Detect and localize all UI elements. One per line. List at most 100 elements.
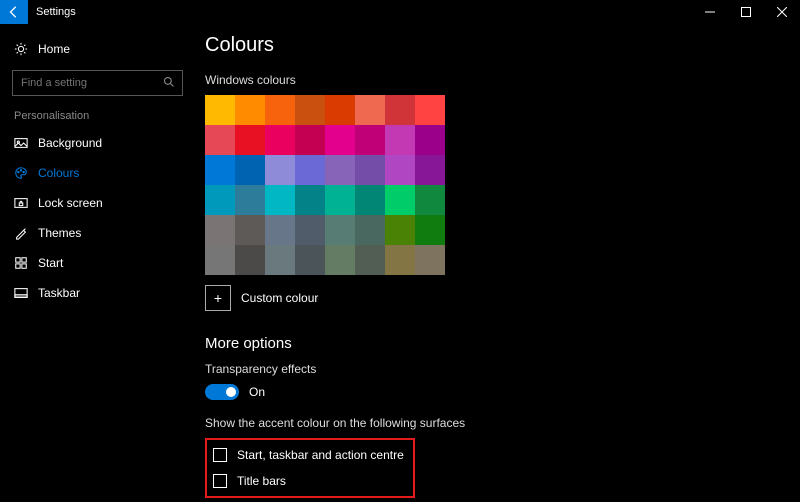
colour-swatch[interactable]: [295, 125, 325, 155]
colour-swatch[interactable]: [265, 215, 295, 245]
colour-swatch[interactable]: [235, 95, 265, 125]
colour-swatch[interactable]: [415, 95, 445, 125]
colour-swatch[interactable]: [385, 185, 415, 215]
custom-colour-label: Custom colour: [241, 291, 318, 305]
search-wrap: [0, 64, 195, 110]
colour-swatch[interactable]: [325, 95, 355, 125]
close-button[interactable]: [764, 0, 800, 24]
custom-colour-button[interactable]: + Custom colour: [205, 285, 780, 311]
colour-swatch[interactable]: [415, 155, 445, 185]
colour-swatch[interactable]: [295, 215, 325, 245]
colour-swatch[interactable]: [355, 125, 385, 155]
maximize-button[interactable]: [728, 0, 764, 24]
colour-swatch[interactable]: [295, 155, 325, 185]
colour-swatch[interactable]: [205, 95, 235, 125]
search-input-field[interactable]: [21, 77, 163, 89]
sidebar-item-start[interactable]: Start: [0, 248, 195, 278]
colour-swatch[interactable]: [385, 125, 415, 155]
highlight-box-accent: Start, taskbar and action centre Title b…: [205, 438, 415, 498]
colour-swatch[interactable]: [205, 125, 235, 155]
plus-icon: +: [205, 285, 231, 311]
window-controls: [692, 0, 800, 24]
colour-swatch[interactable]: [295, 95, 325, 125]
sidebar-item-themes[interactable]: Themes: [0, 218, 195, 248]
colour-swatch[interactable]: [385, 215, 415, 245]
colour-swatch[interactable]: [325, 245, 355, 275]
sidebar-item-lock-screen[interactable]: Lock screen: [0, 188, 195, 218]
colour-swatch[interactable]: [265, 185, 295, 215]
sidebar-item-label: Start: [38, 256, 63, 270]
colour-swatch-grid: [205, 95, 445, 275]
colour-swatch[interactable]: [205, 185, 235, 215]
themes-icon: [14, 226, 28, 240]
colour-swatch[interactable]: [295, 185, 325, 215]
sidebar-category: Personalisation: [0, 110, 195, 122]
colour-swatch[interactable]: [415, 245, 445, 275]
colour-swatch[interactable]: [205, 155, 235, 185]
transparency-value: On: [249, 385, 265, 399]
start-icon: [14, 256, 28, 270]
colour-swatch[interactable]: [355, 215, 385, 245]
transparency-label: Transparency effects: [205, 362, 780, 376]
colour-swatch[interactable]: [385, 245, 415, 275]
sidebar-home[interactable]: Home: [0, 34, 195, 64]
sidebar-item-label: Background: [38, 136, 102, 150]
sidebar-item-taskbar[interactable]: Taskbar: [0, 278, 195, 308]
back-button[interactable]: [0, 0, 28, 24]
minimize-button[interactable]: [692, 0, 728, 24]
checkbox-icon: [213, 448, 227, 462]
colour-swatch[interactable]: [325, 125, 355, 155]
colour-swatch[interactable]: [415, 125, 445, 155]
colour-swatch[interactable]: [265, 155, 295, 185]
checkbox-icon: [213, 474, 227, 488]
search-input[interactable]: [12, 70, 183, 96]
sidebar-item-background[interactable]: Background: [0, 128, 195, 158]
colour-swatch[interactable]: [355, 185, 385, 215]
colour-swatch[interactable]: [385, 95, 415, 125]
colour-swatch[interactable]: [325, 215, 355, 245]
sidebar-item-label: Taskbar: [38, 286, 80, 300]
colour-swatch[interactable]: [265, 245, 295, 275]
colour-swatch[interactable]: [265, 125, 295, 155]
colour-swatch[interactable]: [355, 95, 385, 125]
checkbox-start-taskbar[interactable]: Start, taskbar and action centre: [209, 442, 411, 468]
colour-swatch[interactable]: [295, 245, 325, 275]
colour-swatch[interactable]: [265, 95, 295, 125]
colour-swatch[interactable]: [415, 185, 445, 215]
checkbox-title-bars[interactable]: Title bars: [209, 468, 411, 494]
sidebar-item-colours[interactable]: Colours: [0, 158, 195, 188]
colour-swatch[interactable]: [355, 155, 385, 185]
titlebar: Settings: [0, 0, 800, 24]
checkbox-label: Start, taskbar and action centre: [237, 448, 404, 462]
colour-swatch[interactable]: [205, 215, 235, 245]
content: Home Personalisation Background Colours …: [0, 24, 800, 502]
windows-colours-label: Windows colours: [205, 73, 780, 87]
main-panel: Colours Windows colours + Custom colour …: [195, 24, 800, 502]
colour-swatch[interactable]: [325, 155, 355, 185]
colour-swatch[interactable]: [235, 155, 265, 185]
colour-swatch[interactable]: [235, 185, 265, 215]
search-icon: [163, 76, 175, 91]
sidebar-home-label: Home: [38, 42, 70, 56]
colour-swatch[interactable]: [415, 215, 445, 245]
colour-swatch[interactable]: [235, 125, 265, 155]
accent-surfaces-label: Show the accent colour on the following …: [205, 416, 780, 430]
sidebar-item-label: Lock screen: [38, 196, 103, 210]
colour-swatch[interactable]: [235, 215, 265, 245]
palette-icon: [14, 166, 28, 180]
gear-icon: [14, 42, 28, 56]
page-title: Colours: [205, 34, 780, 57]
colour-swatch[interactable]: [325, 185, 355, 215]
sidebar-item-label: Colours: [38, 166, 79, 180]
picture-icon: [14, 136, 28, 150]
more-options-heading: More options: [205, 335, 780, 352]
colour-swatch[interactable]: [205, 245, 235, 275]
sidebar: Home Personalisation Background Colours …: [0, 24, 195, 502]
app-title: Settings: [36, 6, 76, 18]
lock-screen-icon: [14, 196, 28, 210]
colour-swatch[interactable]: [355, 245, 385, 275]
colour-swatch[interactable]: [235, 245, 265, 275]
sidebar-item-label: Themes: [38, 226, 81, 240]
colour-swatch[interactable]: [385, 155, 415, 185]
transparency-toggle[interactable]: On: [205, 384, 780, 400]
